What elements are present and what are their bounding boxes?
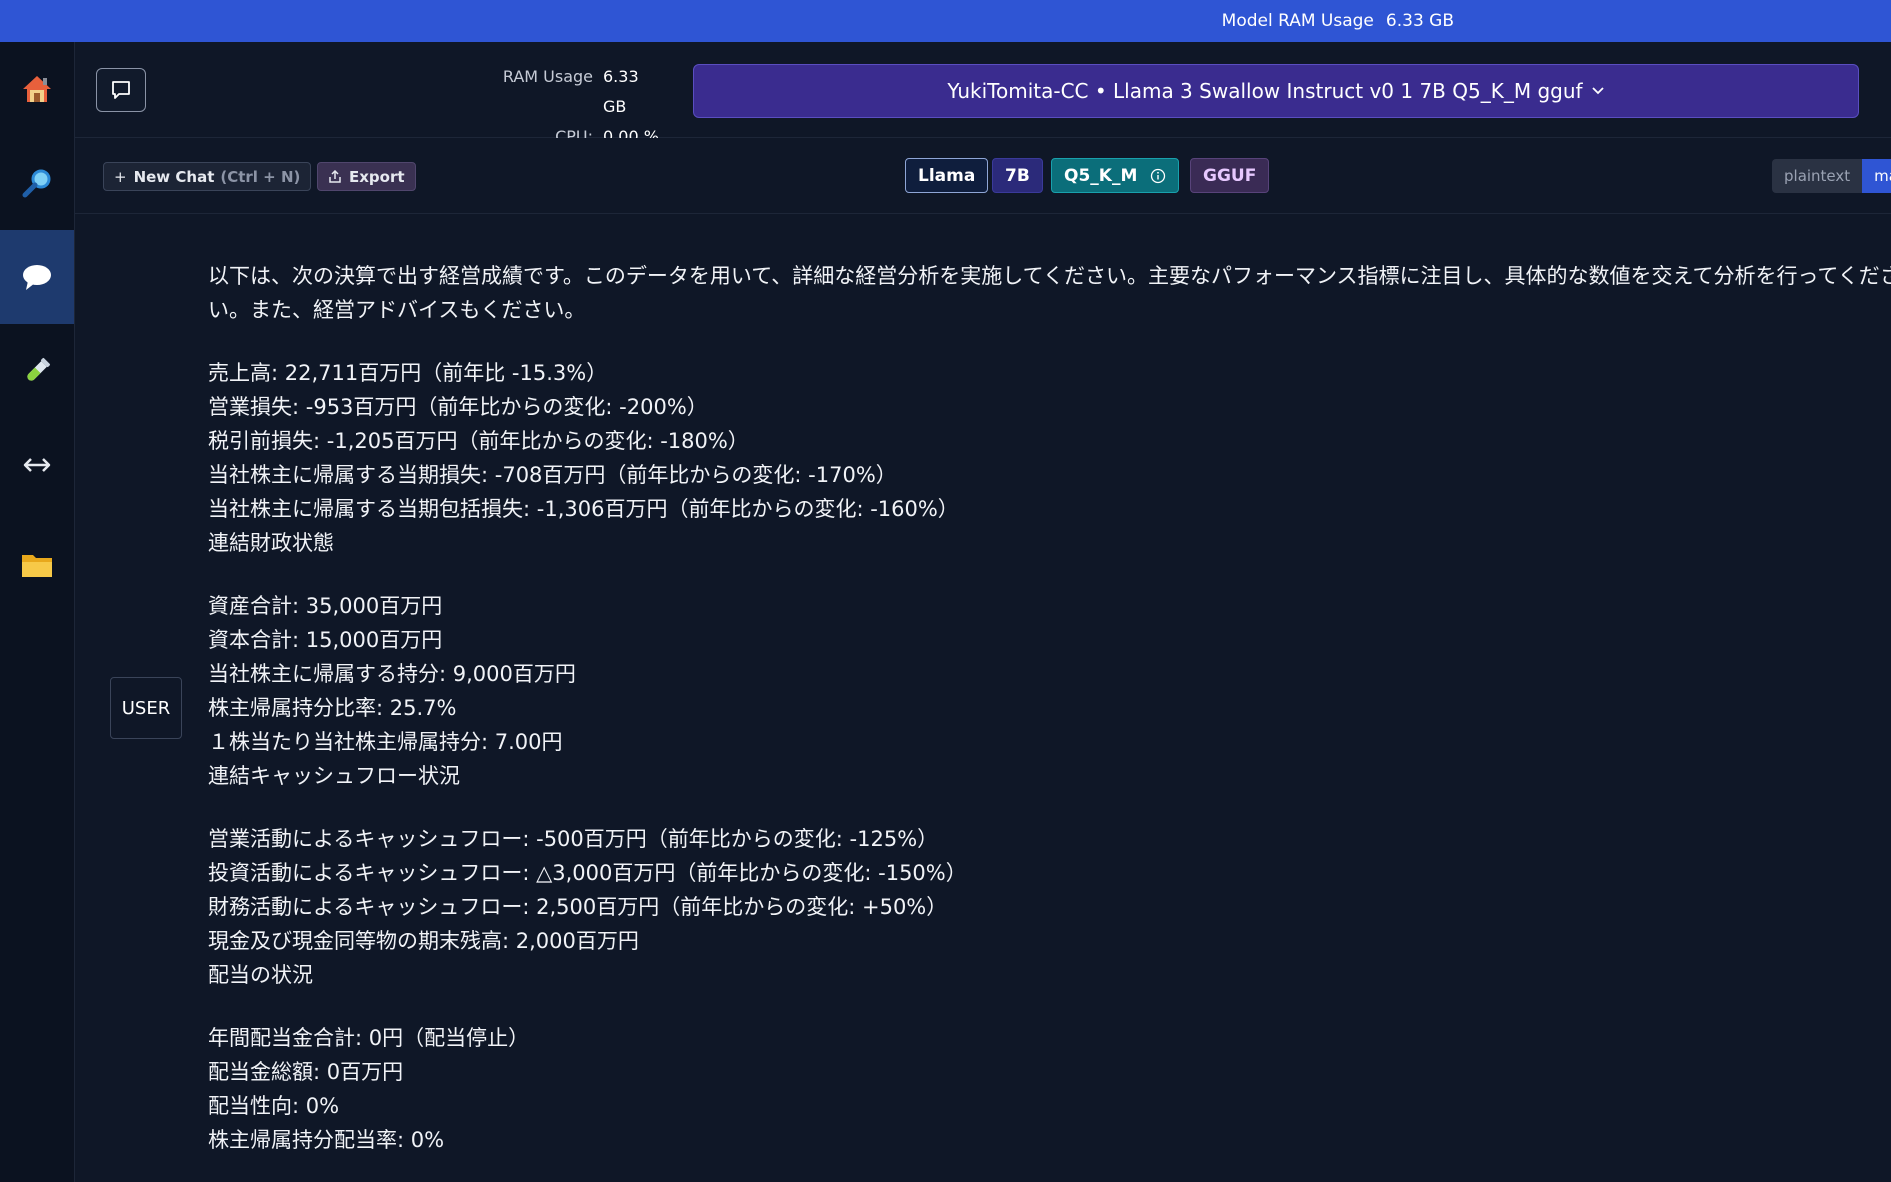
ram-value: 6.33 GB — [603, 67, 639, 116]
chat-messages: USER 以下は、次の決算で出す経営成績です。このデータを用いて、詳細な経営分析… — [75, 214, 1891, 1182]
chat-toolbar: + New Chat (Ctrl + N) Export Llama 7B Q5… — [75, 138, 1891, 214]
new-chat-shortcut: (Ctrl + N) — [220, 167, 301, 186]
message-line: 当社株主に帰属する持分: 9,000百万円 — [208, 662, 576, 686]
nav-models[interactable] — [0, 518, 74, 612]
message-line: 資本合計: 15,000百万円 — [208, 628, 443, 652]
message-line: 投資活動によるキャッシュフロー: △3,000百万円（前年比からの変化: -15… — [208, 861, 967, 885]
message-group-results: 売上高: 22,711百万円（前年比 -15.3%） 営業損失: -953百万円… — [208, 356, 1891, 560]
info-icon — [1150, 168, 1166, 183]
folder-icon — [22, 555, 52, 577]
model-selector[interactable]: YukiTomita-CC • Llama 3 Swallow Instruct… — [693, 64, 1859, 118]
message-line: 連結財政状態 — [208, 531, 334, 555]
message-group-financial-position: 資産合計: 35,000百万円 資本合計: 15,000百万円 当社株主に帰属す… — [208, 589, 1891, 793]
chat-bubble-outline-icon — [112, 81, 130, 99]
ram-label: RAM Usage — [502, 67, 593, 86]
message-line: 連結キャッシュフロー状況 — [208, 764, 460, 788]
nav-home[interactable] — [0, 42, 74, 136]
message-line: 売上高: 22,711百万円（前年比 -15.3%） — [208, 361, 608, 385]
magnifier-icon — [22, 169, 51, 198]
message-line: 配当金総額: 0百万円 — [208, 1060, 404, 1084]
chevron-down-icon — [1591, 87, 1604, 95]
tag-quantization[interactable]: Q5_K_M — [1051, 158, 1179, 193]
message-line: 財務活動によるキャッシュフロー: 2,500百万円（前年比からの変化: +50%… — [208, 895, 948, 919]
nav-search[interactable] — [0, 136, 74, 230]
speech-bubble-icon — [23, 265, 51, 290]
ram-usage-label: Model RAM Usage — [1221, 11, 1374, 31]
nav-chat[interactable] — [0, 230, 74, 324]
message-role-badge[interactable]: USER — [110, 677, 182, 739]
share-icon — [329, 169, 341, 183]
message-line: 当社株主に帰属する当期損失: -708百万円（前年比からの変化: -170%） — [208, 463, 897, 487]
message-line: 現金及び現金同等物の期末残高: 2,000百万円 — [208, 929, 639, 953]
message-line: 営業損失: -953百万円（前年比からの変化: -200%） — [208, 395, 708, 419]
new-chat-label: New Chat — [133, 167, 215, 186]
conversations-toggle-button[interactable] — [96, 68, 146, 112]
message-line: 税引前損失: -1,205百万円（前年比からの変化: -180%） — [208, 429, 749, 453]
house-icon — [23, 76, 51, 102]
arrows-horizontal-icon — [23, 458, 51, 472]
message-line: １株当たり当社株主帰属持分: 7.00円 — [208, 730, 563, 754]
tag-quantization-label: Q5_K_M — [1064, 165, 1138, 186]
message-line: 株主帰属持分配当率: 0% — [208, 1128, 445, 1152]
export-label: Export — [349, 167, 405, 186]
new-chat-button[interactable]: + New Chat (Ctrl + N) — [103, 162, 312, 191]
ram-usage-value: 6.33 GB — [1385, 11, 1454, 31]
export-button[interactable]: Export — [317, 162, 416, 191]
view-plaintext-option[interactable]: plaintext — [1772, 159, 1863, 193]
tag-size: 7B — [992, 158, 1043, 193]
message-line: 当社株主に帰属する当期包括損失: -1,306百万円（前年比からの変化: -16… — [208, 497, 959, 521]
message-line: 配当の状況 — [208, 963, 313, 987]
message-group-dividends: 年間配当金合計: 0円（配当停止） 配当金総額: 0百万円 配当性向: 0% 株… — [208, 1021, 1891, 1157]
message-line: 営業活動によるキャッシュフロー: -500百万円（前年比からの変化: -125%… — [208, 827, 939, 851]
message-content: 以下は、次の決算で出す経営成績です。このデータを用いて、詳細な経営分析を実施して… — [208, 259, 1891, 1182]
message-line: 配当性向: 0% — [208, 1094, 340, 1118]
sidebar-nav — [0, 42, 75, 1182]
nav-playground[interactable] — [0, 324, 74, 418]
chat-header: RAM Usage 6.33 GB CPU: 0.00 % YukiTomita… — [75, 42, 1891, 146]
message-line: 年間配当金合計: 0円（配当停止） — [208, 1026, 530, 1050]
message-intro: 以下は、次の決算で出す経営成績です。このデータを用いて、詳細な経営分析を実施して… — [208, 264, 1891, 322]
model-name: YukiTomita-CC • Llama 3 Swallow Instruct… — [947, 79, 1583, 103]
model-ram-usage-bar: Model RAM Usage 6.33 GB — [0, 0, 1891, 42]
view-mode-toggle: plaintext ma — [1772, 159, 1891, 193]
tag-architecture: Llama — [905, 158, 989, 193]
view-markdown-option[interactable]: ma — [1862, 159, 1891, 193]
message-line: 株主帰属持分比率: 25.7% — [208, 696, 457, 720]
plus-icon: + — [114, 167, 127, 186]
test-tube-icon — [27, 357, 51, 381]
nav-server[interactable] — [0, 418, 74, 512]
message-line: 資産合計: 35,000百万円 — [208, 594, 443, 618]
tag-format: GGUF — [1190, 158, 1270, 193]
message-group-cashflow: 営業活動によるキャッシュフロー: -500百万円（前年比からの変化: -125%… — [208, 822, 1891, 992]
